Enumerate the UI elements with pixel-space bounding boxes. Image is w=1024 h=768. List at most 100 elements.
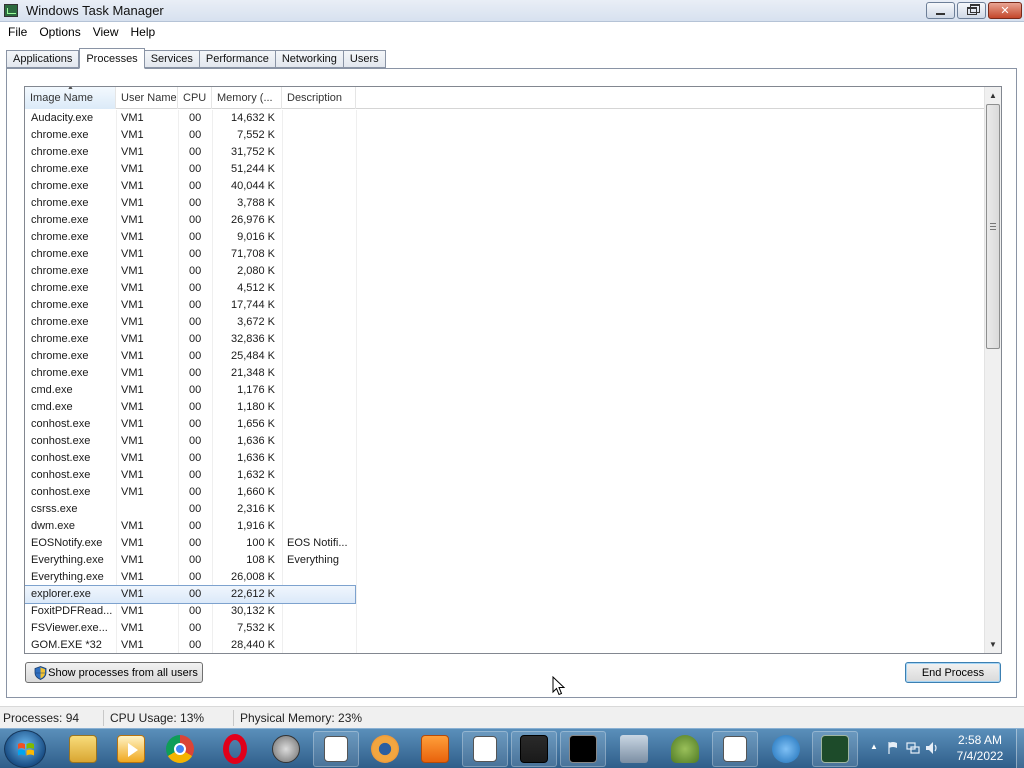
task-manager-icon[interactable]	[812, 731, 858, 767]
process-list[interactable]: ▲ Image Name User Name CPU Memory (... D…	[24, 86, 1002, 654]
minimize-button[interactable]	[926, 2, 955, 19]
chrome-icon[interactable]	[157, 731, 203, 767]
process-user-cell: VM1	[121, 180, 144, 192]
opera-icon[interactable]	[212, 731, 258, 767]
table-row[interactable]: dwm.exe VM1 00 1,916 K	[25, 518, 355, 535]
tab-processes[interactable]: Processes	[79, 48, 145, 69]
clock[interactable]: 2:58 AM 7/4/2022	[944, 732, 1016, 764]
table-row[interactable]: chrome.exe VM1 00 31,752 K	[25, 144, 355, 161]
show-desktop-button[interactable]	[1016, 729, 1024, 768]
tab-services[interactable]: Services	[144, 50, 200, 68]
table-row[interactable]: FoxitPDFRead... VM1 00 30,132 K	[25, 603, 355, 620]
tree-icon[interactable]	[662, 731, 708, 767]
table-row[interactable]: chrome.exe VM1 00 71,708 K	[25, 246, 355, 263]
window-app-icon[interactable]	[712, 731, 758, 767]
process-cpu-cell: 00	[189, 214, 202, 226]
table-row[interactable]: chrome.exe VM1 00 17,744 K	[25, 297, 355, 314]
process-description-cell	[287, 637, 355, 653]
table-row[interactable]: chrome.exe VM1 00 7,552 K	[25, 127, 355, 144]
process-memory-cell: 2,316 K	[237, 503, 275, 515]
vertical-scrollbar[interactable]: ▲ ▼	[984, 87, 1001, 653]
menu-help[interactable]: Help	[125, 25, 162, 39]
menu-options[interactable]: Options	[33, 25, 86, 39]
table-row[interactable]: Everything.exe VM1 00 108 K Everything	[25, 552, 355, 569]
action-center-flag-icon[interactable]	[886, 741, 900, 755]
tab-networking[interactable]: Networking	[275, 50, 344, 68]
table-row[interactable]: Audacity.exe VM1 00 14,632 K	[25, 110, 355, 127]
process-description-cell	[287, 195, 355, 212]
menu-file[interactable]: File	[2, 25, 33, 39]
table-row[interactable]: EOSNotify.exe VM1 00 100 K EOS Notifi...	[25, 535, 355, 552]
tools-icon[interactable]	[611, 731, 657, 767]
table-row[interactable]: explorer.exe VM1 00 22,612 K	[25, 585, 356, 604]
table-row[interactable]: chrome.exe VM1 00 3,672 K	[25, 314, 355, 331]
column-memory[interactable]: Memory (...	[212, 87, 282, 109]
start-button[interactable]	[4, 730, 46, 768]
scroll-down-arrow-icon[interactable]: ▼	[985, 636, 1001, 653]
table-row[interactable]: chrome.exe VM1 00 4,512 K	[25, 280, 355, 297]
process-memory-cell: 14,632 K	[230, 112, 275, 124]
tab-applications[interactable]: Applications	[6, 50, 80, 68]
close-button[interactable]: ✕	[988, 2, 1022, 19]
volume-icon[interactable]	[924, 740, 940, 756]
foxit-pdf-icon[interactable]	[412, 731, 458, 767]
table-row[interactable]: chrome.exe VM1 00 32,836 K	[25, 331, 355, 348]
media-player-icon[interactable]	[108, 731, 154, 767]
window-app-icon[interactable]	[313, 731, 359, 767]
table-row[interactable]: FSViewer.exe... VM1 00 7,532 K	[25, 620, 355, 637]
bird-icon[interactable]	[763, 731, 809, 767]
table-row[interactable]: csrss.exe 00 2,316 K	[25, 501, 355, 518]
table-row[interactable]: chrome.exe VM1 00 51,244 K	[25, 161, 355, 178]
windows-logo-icon	[18, 743, 34, 756]
table-row[interactable]: chrome.exe VM1 00 25,484 K	[25, 348, 355, 365]
process-name-cell: dwm.exe	[31, 520, 76, 532]
table-row[interactable]: chrome.exe VM1 00 40,044 K	[25, 178, 355, 195]
table-row[interactable]: cmd.exe VM1 00 1,180 K	[25, 399, 355, 416]
table-row[interactable]: chrome.exe VM1 00 26,976 K	[25, 212, 355, 229]
process-name-cell: chrome.exe	[31, 163, 89, 175]
scroll-up-arrow-icon[interactable]: ▲	[985, 87, 1001, 104]
show-hidden-icons-icon[interactable]: ▲	[870, 742, 878, 751]
column-image-name[interactable]: ▲ Image Name	[25, 87, 116, 109]
menu-view[interactable]: View	[87, 25, 125, 39]
process-user-cell: VM1	[121, 554, 144, 566]
app-icon[interactable]	[263, 731, 309, 767]
table-row[interactable]: conhost.exe VM1 00 1,632 K	[25, 467, 355, 484]
table-row[interactable]: chrome.exe VM1 00 3,788 K	[25, 195, 355, 212]
countdown-icon[interactable]	[511, 731, 557, 767]
table-row[interactable]: chrome.exe VM1 00 2,080 K	[25, 263, 355, 280]
network-icon[interactable]	[906, 741, 920, 755]
scrollbar-thumb[interactable]	[986, 104, 1000, 349]
column-user-name[interactable]: User Name	[116, 87, 178, 109]
explorer-icon[interactable]	[60, 731, 106, 767]
process-cpu-cell: 00	[189, 435, 202, 447]
process-cpu-cell: 00	[189, 520, 202, 532]
table-row[interactable]: chrome.exe VM1 00 21,348 K	[25, 365, 355, 382]
maximize-button[interactable]	[957, 2, 986, 19]
process-name-cell: Audacity.exe	[31, 112, 94, 124]
window-app-icon[interactable]	[462, 731, 508, 767]
tab-performance[interactable]: Performance	[199, 50, 276, 68]
table-row[interactable]: conhost.exe VM1 00 1,636 K	[25, 450, 355, 467]
tab-users[interactable]: Users	[343, 50, 386, 68]
table-row[interactable]: cmd.exe VM1 00 1,176 K	[25, 382, 355, 399]
table-row[interactable]: Everything.exe VM1 00 26,008 K	[25, 569, 355, 586]
table-row[interactable]: conhost.exe VM1 00 1,660 K	[25, 484, 355, 501]
cmd-icon[interactable]	[560, 731, 606, 767]
table-row[interactable]: conhost.exe VM1 00 1,656 K	[25, 416, 355, 433]
show-all-users-button[interactable]: Show processes from all users	[25, 662, 203, 683]
table-row[interactable]: GOM.EXE *32 VM1 00 28,440 K	[25, 637, 355, 653]
process-name-cell: GOM.EXE *32	[31, 639, 102, 651]
process-user-cell: VM1	[121, 639, 144, 651]
status-bar: Processes: 94 CPU Usage: 13% Physical Me…	[0, 706, 1024, 728]
viewer-icon[interactable]	[362, 731, 408, 767]
window-icon	[324, 736, 348, 762]
column-cpu[interactable]: CPU	[178, 87, 212, 109]
table-row[interactable]: conhost.exe VM1 00 1,636 K	[25, 433, 355, 450]
clapper-icon	[520, 735, 548, 763]
process-description-cell	[287, 416, 355, 433]
column-description[interactable]: Description	[282, 87, 356, 109]
process-name-cell: FSViewer.exe...	[31, 622, 108, 634]
table-row[interactable]: chrome.exe VM1 00 9,016 K	[25, 229, 355, 246]
end-process-button[interactable]: End Process	[905, 662, 1001, 683]
